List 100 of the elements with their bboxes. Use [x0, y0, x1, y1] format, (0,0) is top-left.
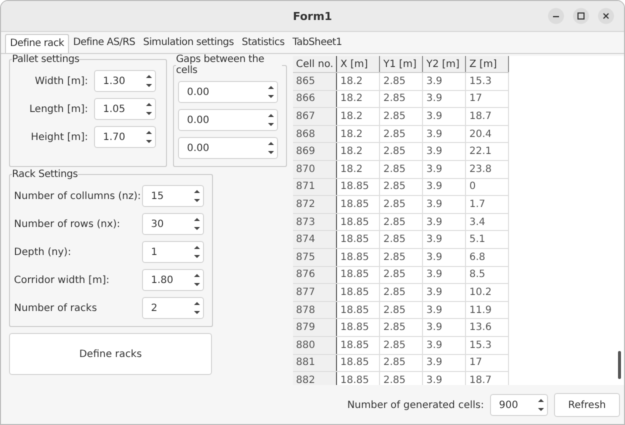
table-cell: 18.85	[336, 230, 380, 248]
spin-field[interactable]: 900	[490, 394, 548, 416]
table-cell: 3.4	[466, 213, 509, 231]
row-header: 874	[293, 230, 337, 248]
row-header: 867	[293, 108, 337, 126]
row-header: 868	[293, 125, 337, 143]
table-cell: 3.9	[422, 284, 466, 302]
spin-field[interactable]: 1.30	[94, 70, 156, 92]
group-title: Pallet settings	[12, 54, 80, 65]
table-cell: 0	[466, 178, 509, 196]
table-cell: 18.85	[336, 178, 380, 196]
table-cell: 18.2	[336, 90, 380, 108]
row-header: 882	[293, 372, 337, 385]
spin-field[interactable]: 30	[142, 213, 204, 235]
spin-field[interactable]: 15	[142, 185, 204, 207]
field-label: Width [m]:	[34, 76, 89, 86]
table-cell: 3.9	[422, 372, 466, 385]
table-cell: 18.7	[466, 108, 509, 126]
row-header: 877	[293, 284, 337, 302]
spin-field[interactable]: 1.70	[94, 126, 156, 148]
table-cell: 3.9	[422, 160, 466, 178]
spin-field[interactable]: 1.05	[94, 98, 156, 120]
row-header: 881	[293, 354, 337, 372]
table-cell: 3.9	[422, 266, 466, 284]
field-label: Height [m]:	[30, 132, 89, 142]
table-cell: 2.85	[380, 284, 423, 302]
table-cell: 15.3	[466, 336, 509, 354]
table-cell: 2.85	[380, 142, 423, 160]
table-cell: 15.3	[466, 72, 509, 90]
table-cell: 3.9	[422, 178, 466, 196]
spin-field[interactable]: 0.00	[178, 137, 278, 159]
table-cell: 2.85	[380, 125, 423, 143]
row-header: 878	[293, 301, 337, 319]
tab[interactable]: Statistics	[238, 34, 288, 53]
table-cell: 3.9	[422, 72, 466, 90]
refresh-button[interactable]: Refresh	[554, 393, 620, 417]
table-cell: 2.85	[380, 213, 423, 231]
tab[interactable]: Define AS/RS	[69, 34, 140, 53]
table-cell: 18.85	[336, 266, 380, 284]
table-cell: 11.9	[466, 301, 509, 319]
minimize-icon[interactable]	[548, 8, 564, 24]
row-header: 870	[293, 160, 337, 178]
column-header[interactable]: Y1 [m]	[380, 56, 423, 72]
column-header[interactable]: Cell no.	[293, 56, 337, 72]
table-cell: 18.7	[466, 372, 509, 385]
field-label: Depth (ny):	[14, 246, 72, 258]
table-cell: 18.85	[336, 196, 380, 214]
table-cell: 17	[466, 354, 509, 372]
scrollbar-thumb[interactable]	[618, 351, 621, 379]
row-header: 871	[293, 178, 337, 196]
table-cell: 2.85	[380, 178, 423, 196]
tab[interactable]: Define rack	[5, 34, 70, 53]
field-label: Number of generated cells:	[347, 400, 484, 410]
table-cell: 5.1	[466, 230, 509, 248]
tab[interactable]: Simulation settings	[139, 34, 238, 53]
table-cell: 3.9	[422, 213, 466, 231]
column-header[interactable]: Y2 [m]	[422, 56, 466, 72]
row-header: 879	[293, 318, 337, 336]
table-cell: 3.9	[422, 90, 466, 108]
group-title: Gaps between the cells	[176, 54, 266, 76]
table-cell: 18.2	[336, 108, 380, 126]
column-header[interactable]: X [m]	[336, 56, 380, 72]
row-header: 875	[293, 248, 337, 266]
table-cell: 18.2	[336, 142, 380, 160]
row-header: 866	[293, 90, 337, 108]
maximize-icon[interactable]	[573, 8, 589, 24]
table-cell: 2.85	[380, 248, 423, 266]
table-cell: 18.2	[336, 72, 380, 90]
row-header: 869	[293, 142, 337, 160]
table-cell: 3.9	[422, 318, 466, 336]
table-cell: 13.6	[466, 318, 509, 336]
table-cell: 3.9	[422, 301, 466, 319]
table-cell: 20.4	[466, 125, 509, 143]
define-racks-button[interactable]: Define racks	[9, 333, 212, 375]
table-cell: 2.85	[380, 301, 423, 319]
table-cell: 2.85	[380, 230, 423, 248]
table-cell: 18.85	[336, 372, 380, 385]
table-cell: 18.85	[336, 318, 380, 336]
tab[interactable]: TabSheet1	[288, 34, 346, 53]
table-cell: 3.9	[422, 336, 466, 354]
spin-field[interactable]: 2	[142, 297, 204, 319]
table-cell: 10.2	[466, 284, 509, 302]
row-header: 872	[293, 196, 337, 214]
spin-field[interactable]: 0.00	[178, 81, 278, 103]
table-cell: 2.85	[380, 160, 423, 178]
spin-field[interactable]: 0.00	[178, 109, 278, 131]
table-cell: 2.85	[380, 196, 423, 214]
spin-field[interactable]: 1.80	[142, 269, 204, 291]
row-header: 873	[293, 213, 337, 231]
table-cell: 2.85	[380, 354, 423, 372]
spin-field[interactable]: 1	[142, 241, 204, 263]
table-cell: 8.5	[466, 266, 509, 284]
field-label: Number of rows (nx):	[14, 218, 122, 230]
row-header: 880	[293, 336, 337, 354]
table-cell: 18.85	[336, 248, 380, 266]
column-header[interactable]: Z [m]	[466, 56, 509, 72]
table-cell: 18.85	[336, 213, 380, 231]
close-icon[interactable]	[598, 8, 614, 24]
table-cell: 2.85	[380, 72, 423, 90]
field-label: Number of racks	[14, 302, 98, 314]
